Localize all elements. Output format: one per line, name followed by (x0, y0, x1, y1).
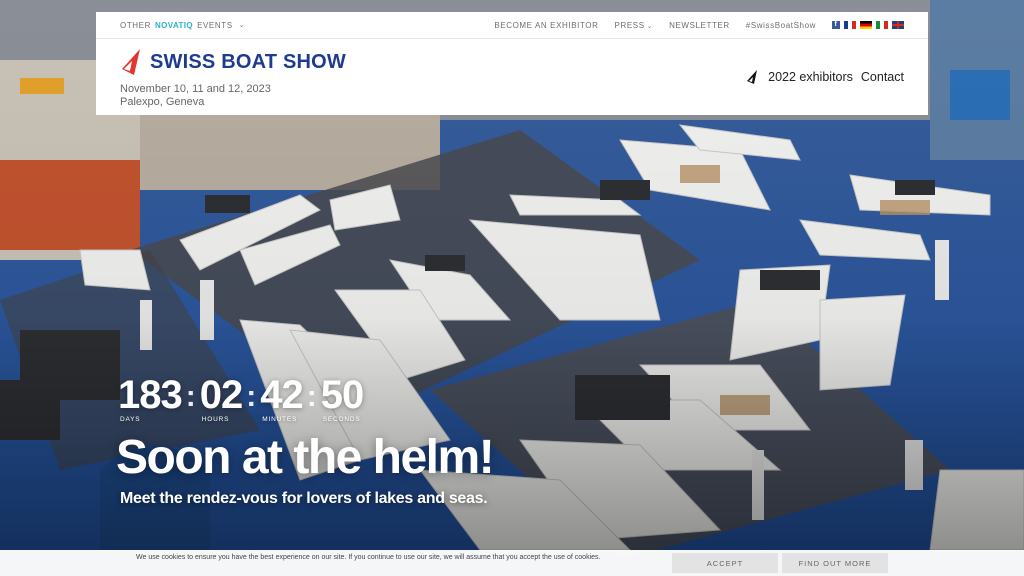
language-selector: f (832, 21, 904, 29)
find-out-more-button[interactable]: FIND OUT MORE (782, 553, 888, 573)
countdown-seconds: 50 SECONDS (321, 374, 364, 423)
exhibitors-nav-item[interactable]: 2022 exhibitors (746, 69, 853, 85)
novatiq-brand: NOVATIQ (155, 20, 194, 30)
minutes-label: MINUTES (262, 416, 298, 423)
other-events-suffix: EVENTS (197, 20, 233, 30)
seconds-label: SECONDS (322, 416, 361, 423)
flag-it-icon[interactable] (876, 21, 888, 29)
other-events-dropdown[interactable]: OTHER NOVATIQ EVENTS ⌄ (120, 21, 245, 30)
press-dropdown[interactable]: PRESS ⌄ (615, 21, 654, 30)
hashtag-link[interactable]: #SwissBoatShow (746, 21, 816, 30)
top-utility-bar: OTHER NOVATIQ EVENTS ⌄ BECOME AN EXHIBIT… (96, 12, 928, 39)
event-venue: Palexpo, Geneva (120, 96, 205, 108)
flag-en-icon[interactable] (892, 21, 904, 29)
facebook-icon[interactable]: f (832, 21, 840, 29)
sail-logo-icon (122, 49, 140, 75)
countdown-hours: 02 HOURS (200, 374, 243, 423)
press-label: PRESS (614, 20, 645, 30)
other-events-prefix: OTHER (120, 20, 151, 30)
utility-links: BECOME AN EXHIBITOR PRESS ⌄ NEWSLETTER #S… (494, 21, 904, 30)
hours-label: HOURS (201, 416, 230, 423)
countdown-timer: 183 DAYS : 02 HOURS : 42 MINUTES : 50 SE… (118, 373, 364, 423)
main-nav: 2022 exhibitors Contact (746, 69, 904, 85)
sail-icon (747, 70, 758, 84)
flag-fr-icon[interactable] (844, 21, 856, 29)
countdown-days: 183 DAYS (118, 373, 183, 423)
chevron-down-icon: ⌄ (646, 22, 654, 30)
hours-value: 02 (199, 373, 243, 417)
flag-de-icon[interactable] (860, 21, 872, 29)
logo-text: SWISS BOAT SHOW (150, 50, 346, 73)
days-value: 183 (118, 373, 183, 417)
minutes-value: 42 (260, 373, 303, 417)
cookie-text: We use cookies to ensure you have the be… (136, 554, 601, 561)
hero-headline: Soon at the helm! (116, 431, 495, 484)
event-info: November 10, 11 and 12, 2023 Palexpo, Ge… (120, 83, 271, 109)
days-label: DAYS (120, 416, 141, 423)
become-exhibitor-link[interactable]: BECOME AN EXHIBITOR (494, 21, 598, 30)
newsletter-link[interactable]: NEWSLETTER (669, 21, 730, 30)
site-header: OTHER NOVATIQ EVENTS ⌄ BECOME AN EXHIBIT… (96, 12, 928, 115)
countdown-separator: : (246, 380, 257, 413)
countdown-minutes: 42 MINUTES (260, 374, 303, 423)
accept-cookies-button[interactable]: ACCEPT (672, 553, 778, 573)
seconds-value: 50 (320, 373, 364, 417)
countdown-separator: : (306, 380, 317, 413)
countdown-separator: : (185, 380, 196, 413)
exhibitors-link: 2022 exhibitors (768, 70, 853, 84)
contact-link[interactable]: Contact (861, 70, 904, 84)
main-header: SWISS BOAT SHOW November 10, 11 and 12, … (96, 39, 928, 115)
cookie-banner: We use cookies to ensure you have the be… (0, 550, 1024, 576)
hero-subline: Meet the rendez-vous for lovers of lakes… (120, 490, 488, 507)
event-dates: November 10, 11 and 12, 2023 (120, 83, 271, 95)
chevron-down-icon: ⌄ (238, 22, 246, 29)
swiss-boat-show-logo[interactable]: SWISS BOAT SHOW (120, 47, 346, 77)
